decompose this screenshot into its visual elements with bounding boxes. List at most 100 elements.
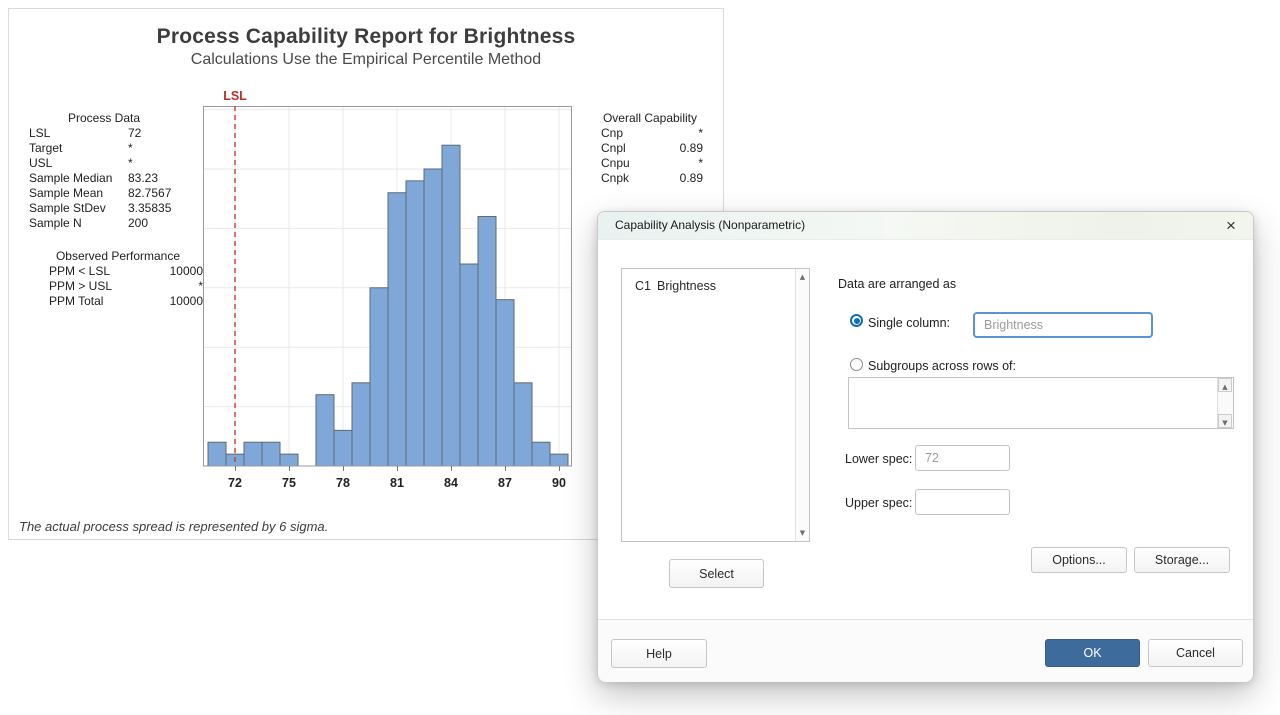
stat-label: Sample StDev bbox=[29, 201, 106, 216]
stat-value: 200 bbox=[128, 216, 148, 231]
dialog-title: Capability Analysis (Nonparametric) bbox=[615, 212, 805, 239]
x-tick-label: 81 bbox=[390, 476, 404, 490]
ok-button[interactable]: OK bbox=[1045, 639, 1140, 667]
stat-row: Cnpl 0.89 bbox=[597, 141, 703, 156]
column-name: Brightness bbox=[657, 279, 716, 293]
stat-value: 72 bbox=[128, 126, 141, 141]
variable-list: C1 Brightness bbox=[622, 269, 796, 541]
stat-label: Target bbox=[29, 141, 62, 156]
x-tick-label: 75 bbox=[282, 476, 296, 490]
process-data-rows: LSL 72 Target * USL * Sample Median 83.2… bbox=[29, 126, 179, 231]
stat-label: Cnpu bbox=[601, 156, 630, 171]
x-tick-label: 78 bbox=[336, 476, 350, 490]
overall-capability-rows: Cnp * Cnpl 0.89 Cnpu * Cnpk 0.89 bbox=[597, 126, 703, 186]
report-title: Process Capability Report for Brightness bbox=[9, 25, 723, 49]
process-data-title: Process Data bbox=[29, 111, 179, 126]
screen: Process Capability Report for Brightness… bbox=[0, 0, 1280, 715]
histogram-bar bbox=[442, 145, 460, 466]
stat-value: 0.89 bbox=[680, 141, 703, 156]
subgroups-radio[interactable] bbox=[850, 358, 863, 371]
histogram-bar bbox=[280, 454, 298, 466]
select-button[interactable]: Select bbox=[669, 559, 764, 588]
single-column-input[interactable] bbox=[973, 312, 1153, 338]
histogram-bar bbox=[406, 181, 424, 466]
capability-analysis-dialog: Capability Analysis (Nonparametric) × C1… bbox=[597, 211, 1254, 681]
stat-value: 83.23 bbox=[128, 171, 158, 186]
histogram-bar bbox=[316, 395, 334, 466]
scroll-down-button[interactable]: ▼ bbox=[1218, 414, 1232, 428]
stat-label: Sample Mean bbox=[29, 186, 103, 201]
options-button[interactable]: Options... bbox=[1031, 547, 1127, 573]
stat-label: Cnpk bbox=[601, 171, 629, 186]
histogram-bar bbox=[352, 383, 370, 466]
scroll-down-icon: ▼ bbox=[1222, 419, 1227, 427]
listbox-scrollbar[interactable]: ▲ ▼ bbox=[795, 269, 809, 541]
scroll-up-icon[interactable]: ▲ bbox=[796, 273, 809, 281]
histogram: 72 75 78 81 84 87 90 bbox=[203, 106, 572, 491]
scroll-up-icon: ▲ bbox=[1222, 383, 1227, 391]
stat-value: * bbox=[698, 156, 703, 171]
lower-spec-label: Lower spec: bbox=[845, 452, 912, 466]
histogram-bar bbox=[334, 430, 352, 466]
single-column-label: Single column: bbox=[868, 316, 950, 330]
observed-performance-rows: PPM < LSL 10000 PPM > USL * PPM Total 10… bbox=[33, 264, 203, 309]
subgroups-scrollbar[interactable]: ▲ ▼ bbox=[1217, 378, 1233, 428]
lsl-reference-label: LSL bbox=[221, 89, 249, 103]
stat-row: Cnp * bbox=[597, 126, 703, 141]
help-button[interactable]: Help bbox=[611, 639, 707, 668]
stat-row: PPM > USL * bbox=[33, 279, 203, 294]
column-id: C1 bbox=[635, 279, 657, 293]
close-icon[interactable]: × bbox=[1219, 214, 1243, 238]
stat-label: Cnpl bbox=[601, 141, 626, 156]
histogram-bar bbox=[424, 169, 442, 466]
histogram-bar bbox=[550, 454, 568, 466]
overall-capability-title: Overall Capability bbox=[597, 111, 703, 126]
lower-spec-input[interactable] bbox=[915, 445, 1010, 471]
overall-capability-panel: Overall Capability Cnp * Cnpl 0.89 Cnpu … bbox=[597, 111, 703, 186]
stat-value: 10000 bbox=[170, 264, 203, 279]
cancel-button[interactable]: Cancel bbox=[1148, 639, 1243, 667]
chart-footnote: The actual process spread is represented… bbox=[19, 519, 328, 534]
stat-value: 82.7567 bbox=[128, 186, 171, 201]
stat-row: Sample Mean 82.7567 bbox=[29, 186, 179, 201]
stat-label: PPM > USL bbox=[49, 279, 112, 294]
storage-button[interactable]: Storage... bbox=[1134, 547, 1230, 573]
stat-label: Sample Median bbox=[29, 171, 112, 186]
dialog-footer: Help OK Cancel bbox=[598, 619, 1253, 682]
stat-label: LSL bbox=[29, 126, 50, 141]
stat-row: PPM < LSL 10000 bbox=[33, 264, 203, 279]
stat-label: USL bbox=[29, 156, 52, 171]
histogram-bar bbox=[244, 442, 262, 466]
arranged-as-label: Data are arranged as bbox=[838, 277, 956, 291]
report-subtitle: Calculations Use the Empirical Percentil… bbox=[9, 51, 723, 69]
stat-value: * bbox=[128, 141, 133, 156]
stat-value: 0.89 bbox=[680, 171, 703, 186]
variable-listbox[interactable]: C1 Brightness ▲ ▼ bbox=[621, 268, 810, 542]
stat-value: 3.35835 bbox=[128, 201, 171, 216]
stat-value: * bbox=[128, 156, 133, 171]
stat-value: 10000 bbox=[170, 294, 203, 309]
list-item[interactable]: C1 Brightness bbox=[622, 269, 796, 293]
process-data-panel: Process Data LSL 72 Target * USL * Sampl… bbox=[29, 111, 179, 231]
stat-label: PPM Total bbox=[49, 294, 103, 309]
x-tick-label: 87 bbox=[498, 476, 512, 490]
x-tick-label: 90 bbox=[552, 476, 566, 490]
subgroups-input[interactable]: ▲ ▼ bbox=[848, 377, 1234, 429]
histogram-bar bbox=[478, 216, 496, 466]
stat-row: Cnpu * bbox=[597, 156, 703, 171]
scroll-up-button[interactable]: ▲ bbox=[1218, 378, 1232, 392]
stat-row: Sample StDev 3.35835 bbox=[29, 201, 179, 216]
stat-value: * bbox=[698, 126, 703, 141]
histogram-bar bbox=[262, 442, 280, 466]
scroll-down-icon[interactable]: ▼ bbox=[796, 529, 809, 537]
upper-spec-input[interactable] bbox=[915, 489, 1010, 515]
x-tick-label: 72 bbox=[228, 476, 242, 490]
histogram-bar bbox=[532, 442, 550, 466]
stat-label: PPM < LSL bbox=[49, 264, 110, 279]
stat-row: Sample N 200 bbox=[29, 216, 179, 231]
stat-row: PPM Total 10000 bbox=[33, 294, 203, 309]
single-column-radio[interactable] bbox=[850, 314, 863, 327]
histogram-bar bbox=[514, 383, 532, 466]
x-tick-label: 84 bbox=[444, 476, 458, 490]
dialog-titlebar[interactable]: Capability Analysis (Nonparametric) × bbox=[598, 212, 1253, 240]
